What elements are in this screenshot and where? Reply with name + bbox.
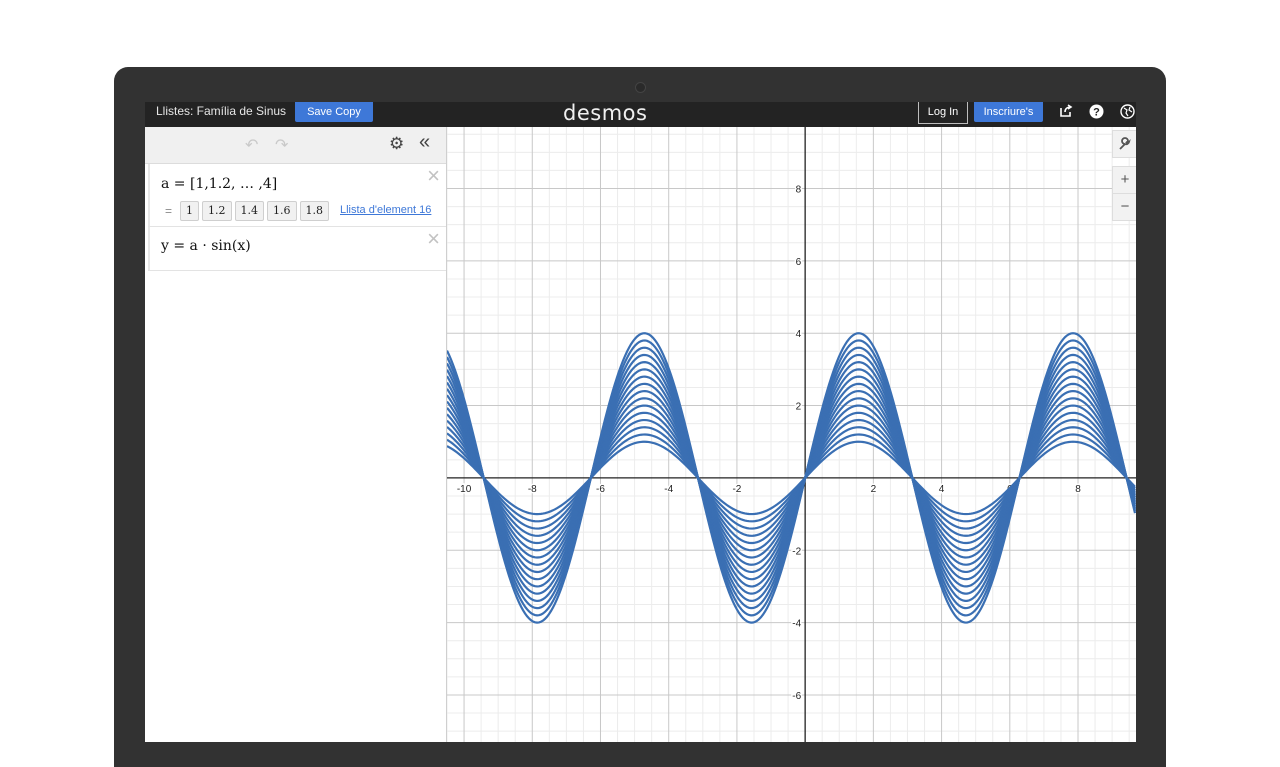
list-value-chip: 1.4 [234,201,264,221]
expression-handle[interactable] [148,164,150,226]
top-bar: Llistes: Família de Sinus Save Copy desm… [145,102,1136,127]
y-tick-label: 4 [796,329,802,340]
equals-sign: = [165,204,173,218]
x-tick-label: -2 [732,484,741,495]
x-tick-label: -8 [528,484,537,495]
y-tick-label: -6 [792,691,801,702]
save-copy-button[interactable]: Save Copy [295,102,373,122]
expression-toolbar: ↶ ↷ ⚙ « [145,127,446,164]
list-length-link[interactable]: Llista d'element 16 [340,204,431,216]
gear-icon[interactable]: ⚙ [389,134,404,154]
undo-icon[interactable]: ↶ [245,135,258,155]
svg-text:?: ? [1093,107,1100,119]
desmos-logo: desmos [563,102,648,125]
expression-sine[interactable]: y = a · sin(x) × [148,227,446,271]
redo-icon[interactable]: ↷ [275,135,288,155]
x-tick-label: -6 [596,484,605,495]
list-value-chip: 1.8 [299,201,329,221]
y-tick-label: 8 [796,185,802,196]
expression-handle[interactable] [148,227,150,270]
y-tick-label: -4 [792,619,801,630]
expression-math[interactable]: y = a · sin(x) [161,238,251,254]
login-button[interactable]: Log In [918,102,968,124]
y-tick-label: 2 [796,402,802,413]
graph-canvas[interactable]: -10 -8 -6 -4 -2 2 4 6 88642-2-4-6 [447,127,1136,742]
laptop-frame: Llistes: Família de Sinus Save Copy desm… [114,67,1166,767]
delete-expression-icon[interactable]: × [427,165,440,187]
signup-button[interactable]: Inscriure's [974,102,1043,122]
zoom-out-icon[interactable]: − [1112,193,1136,221]
expression-panel: ↶ ↷ ⚙ « a = [1,1.2, … ,4] × = 1 1.2 1.4 1.6… [145,127,447,742]
camera-dot [635,82,646,93]
list-value-chip: 1.2 [202,201,232,221]
globe-icon[interactable] [1119,104,1135,120]
list-value-chip: 1 [180,201,199,221]
x-tick-label: -10 [457,484,472,495]
zoom-in-icon[interactable]: + [1112,166,1136,194]
y-tick-label: 6 [796,257,802,268]
help-icon[interactable]: ? [1088,104,1104,120]
x-tick-label: 8 [1075,484,1081,495]
collapse-panel-icon[interactable]: « [419,131,430,154]
expression-list-a[interactable]: a = [1,1.2, … ,4] × = 1 1.2 1.4 1.6 1.8 Llis… [148,164,446,227]
expression-math[interactable]: a = [1,1.2, … ,4] [161,176,277,192]
x-tick-label: 4 [939,484,945,495]
x-tick-label: 2 [871,484,877,495]
app-screen: Llistes: Família de Sinus Save Copy desm… [145,102,1136,742]
share-icon[interactable] [1058,104,1074,120]
document-title: Llistes: Família de Sinus [156,104,287,118]
x-tick-label: -4 [664,484,673,495]
delete-expression-icon[interactable]: × [427,228,440,250]
y-tick-label: -2 [792,546,801,557]
list-values: 1 1.2 1.4 1.6 1.8 [180,201,332,221]
wrench-icon[interactable] [1112,130,1136,158]
list-value-chip: 1.6 [267,201,297,221]
